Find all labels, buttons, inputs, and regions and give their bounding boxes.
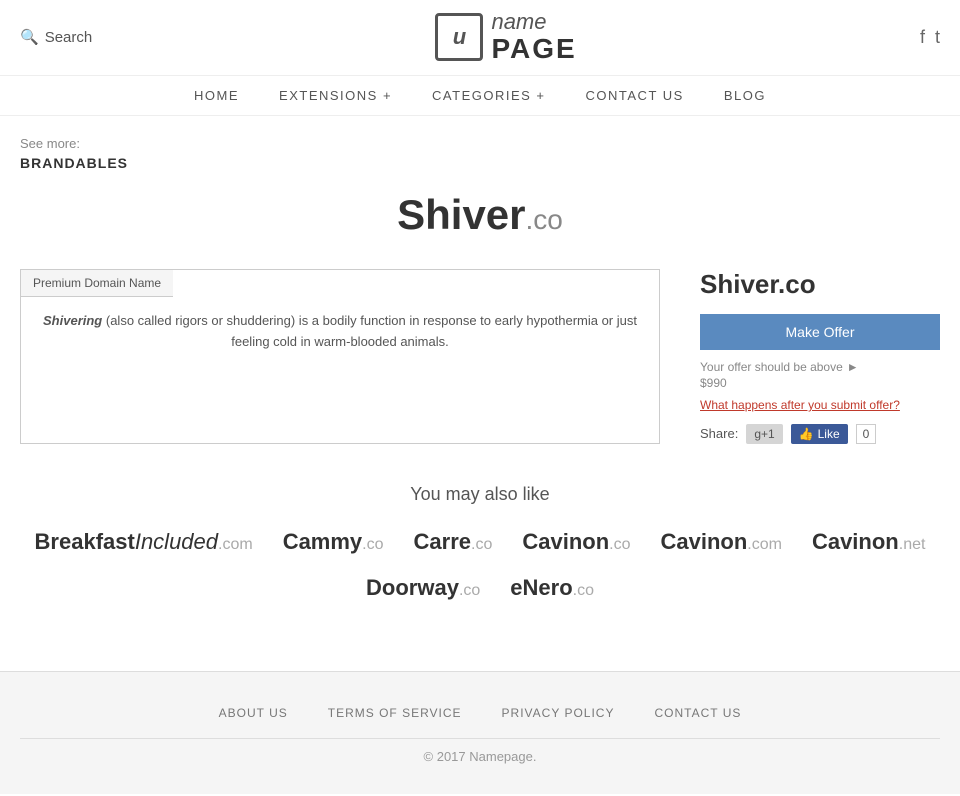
also-like-item[interactable]: Doorway.co bbox=[366, 575, 480, 601]
fb-thumb-icon: 👍 bbox=[799, 427, 814, 441]
domain-tld: .com bbox=[218, 536, 253, 553]
domain-hero-name: Shiver.co bbox=[397, 191, 563, 238]
logo-name: name bbox=[491, 10, 576, 34]
offer-hint-text: Your offer should be above bbox=[700, 360, 843, 374]
google-plus-button[interactable]: g+1 bbox=[746, 424, 782, 444]
nav-home[interactable]: HOME bbox=[194, 88, 239, 103]
navigation: HOME EXTENSIONS + CATEGORIES + CONTACT U… bbox=[0, 76, 960, 116]
breadcrumb: See more: BRANDABLES bbox=[20, 136, 940, 171]
domain-main: Cavinon bbox=[812, 529, 899, 554]
share-label: Share: bbox=[700, 426, 738, 441]
search-label: Search bbox=[45, 29, 93, 46]
domain-tld: .net bbox=[899, 536, 926, 553]
share-count: 0 bbox=[856, 424, 877, 444]
domain-desc-rest: (also called rigors or shuddering) is a … bbox=[102, 313, 637, 349]
nav-extensions[interactable]: EXTENSIONS + bbox=[279, 88, 392, 103]
offer-info-link[interactable]: What happens after you submit offer? bbox=[700, 398, 940, 412]
see-more-label: See more: bbox=[20, 136, 940, 151]
footer: ABOUT US TERMS OF SERVICE PRIVACY POLICY… bbox=[0, 671, 960, 794]
share-row: Share: g+1 👍 Like 0 bbox=[700, 424, 940, 444]
footer-copyright: © 2017 Namepage. bbox=[20, 738, 940, 774]
logo-page: PAGE bbox=[491, 34, 576, 65]
fb-like-label: Like bbox=[818, 427, 840, 441]
logo-text: name PAGE bbox=[491, 10, 576, 65]
category-title: BRANDABLES bbox=[20, 155, 940, 171]
facebook-like-button[interactable]: 👍 Like bbox=[791, 424, 848, 444]
also-like-item[interactable]: Cammy.co bbox=[283, 529, 384, 555]
offer-price: $990 bbox=[700, 376, 940, 390]
also-like-item[interactable]: eNero.co bbox=[510, 575, 594, 601]
search-button[interactable]: 🔍 Search bbox=[20, 28, 92, 46]
domain-tab-label: Premium Domain Name bbox=[21, 270, 173, 297]
domain-description-box: Premium Domain Name Shivering (also call… bbox=[20, 269, 660, 444]
also-like-item[interactable]: Cavinon.net bbox=[812, 529, 925, 555]
domain-offer-title: Shiver.co bbox=[700, 269, 940, 300]
domain-main: Cavinon bbox=[522, 529, 609, 554]
logo[interactable]: u name PAGE bbox=[435, 10, 576, 65]
copyright-text: © 2017 Namepage. bbox=[424, 749, 537, 764]
footer-about[interactable]: ABOUT US bbox=[219, 706, 288, 720]
also-like-item[interactable]: BreakfastIncluded.com bbox=[35, 529, 253, 555]
also-like-item[interactable]: Carre.co bbox=[414, 529, 493, 555]
also-like-title: You may also like bbox=[20, 484, 940, 505]
domain-tld: .co bbox=[573, 582, 594, 599]
nav-contact[interactable]: CONTACT US bbox=[586, 88, 684, 103]
offer-arrow-icon: ► bbox=[847, 360, 859, 374]
also-like-grid: BreakfastIncluded.comCammy.coCarre.coCav… bbox=[20, 529, 940, 601]
footer-terms[interactable]: TERMS OF SERVICE bbox=[328, 706, 462, 720]
also-like-section: You may also like BreakfastIncluded.comC… bbox=[20, 484, 940, 601]
domain-tld: .co bbox=[471, 536, 492, 553]
domain-main: Carre bbox=[414, 529, 471, 554]
domain-main: Doorway bbox=[366, 575, 459, 600]
footer-contact[interactable]: CONTACT US bbox=[654, 706, 741, 720]
domain-detail: Premium Domain Name Shivering (also call… bbox=[20, 269, 940, 444]
domain-main: Cammy bbox=[283, 529, 362, 554]
domain-main: Breakfast bbox=[35, 529, 135, 554]
make-offer-button[interactable]: Make Offer bbox=[700, 314, 940, 350]
offer-hint: Your offer should be above ► bbox=[700, 360, 940, 374]
footer-privacy[interactable]: PRIVACY POLICY bbox=[502, 706, 615, 720]
domain-main: Cavinon bbox=[660, 529, 747, 554]
twitter-icon[interactable]: t bbox=[935, 27, 940, 48]
facebook-icon[interactable]: f bbox=[920, 27, 925, 48]
domain-base: Shiver bbox=[397, 191, 525, 238]
search-icon: 🔍 bbox=[20, 28, 39, 46]
social-links: f t bbox=[920, 27, 940, 48]
domain-hero: Shiver.co bbox=[20, 191, 940, 239]
domain-description: Shivering (also called rigors or shudder… bbox=[21, 297, 659, 367]
domain-tld: .co bbox=[362, 536, 383, 553]
domain-desc-italic: Shivering bbox=[43, 313, 102, 328]
also-like-item[interactable]: Cavinon.com bbox=[660, 529, 781, 555]
main-content: See more: BRANDABLES Shiver.co Premium D… bbox=[0, 116, 960, 651]
nav-categories[interactable]: CATEGORIES + bbox=[432, 88, 545, 103]
domain-tld: .com bbox=[747, 536, 782, 553]
also-like-item[interactable]: Cavinon.co bbox=[522, 529, 630, 555]
domain-tld: .co bbox=[609, 536, 630, 553]
domain-italic: Included bbox=[135, 529, 218, 554]
logo-icon: u bbox=[435, 13, 483, 61]
domain-tld: .co bbox=[459, 582, 480, 599]
domain-offer-panel: Shiver.co Make Offer Your offer should b… bbox=[700, 269, 940, 444]
domain-main: eNero bbox=[510, 575, 572, 600]
footer-links: ABOUT US TERMS OF SERVICE PRIVACY POLICY… bbox=[20, 692, 940, 734]
nav-blog[interactable]: BLOG bbox=[724, 88, 766, 103]
domain-tld: .co bbox=[526, 204, 563, 235]
header: 🔍 Search u name PAGE f t bbox=[0, 0, 960, 76]
